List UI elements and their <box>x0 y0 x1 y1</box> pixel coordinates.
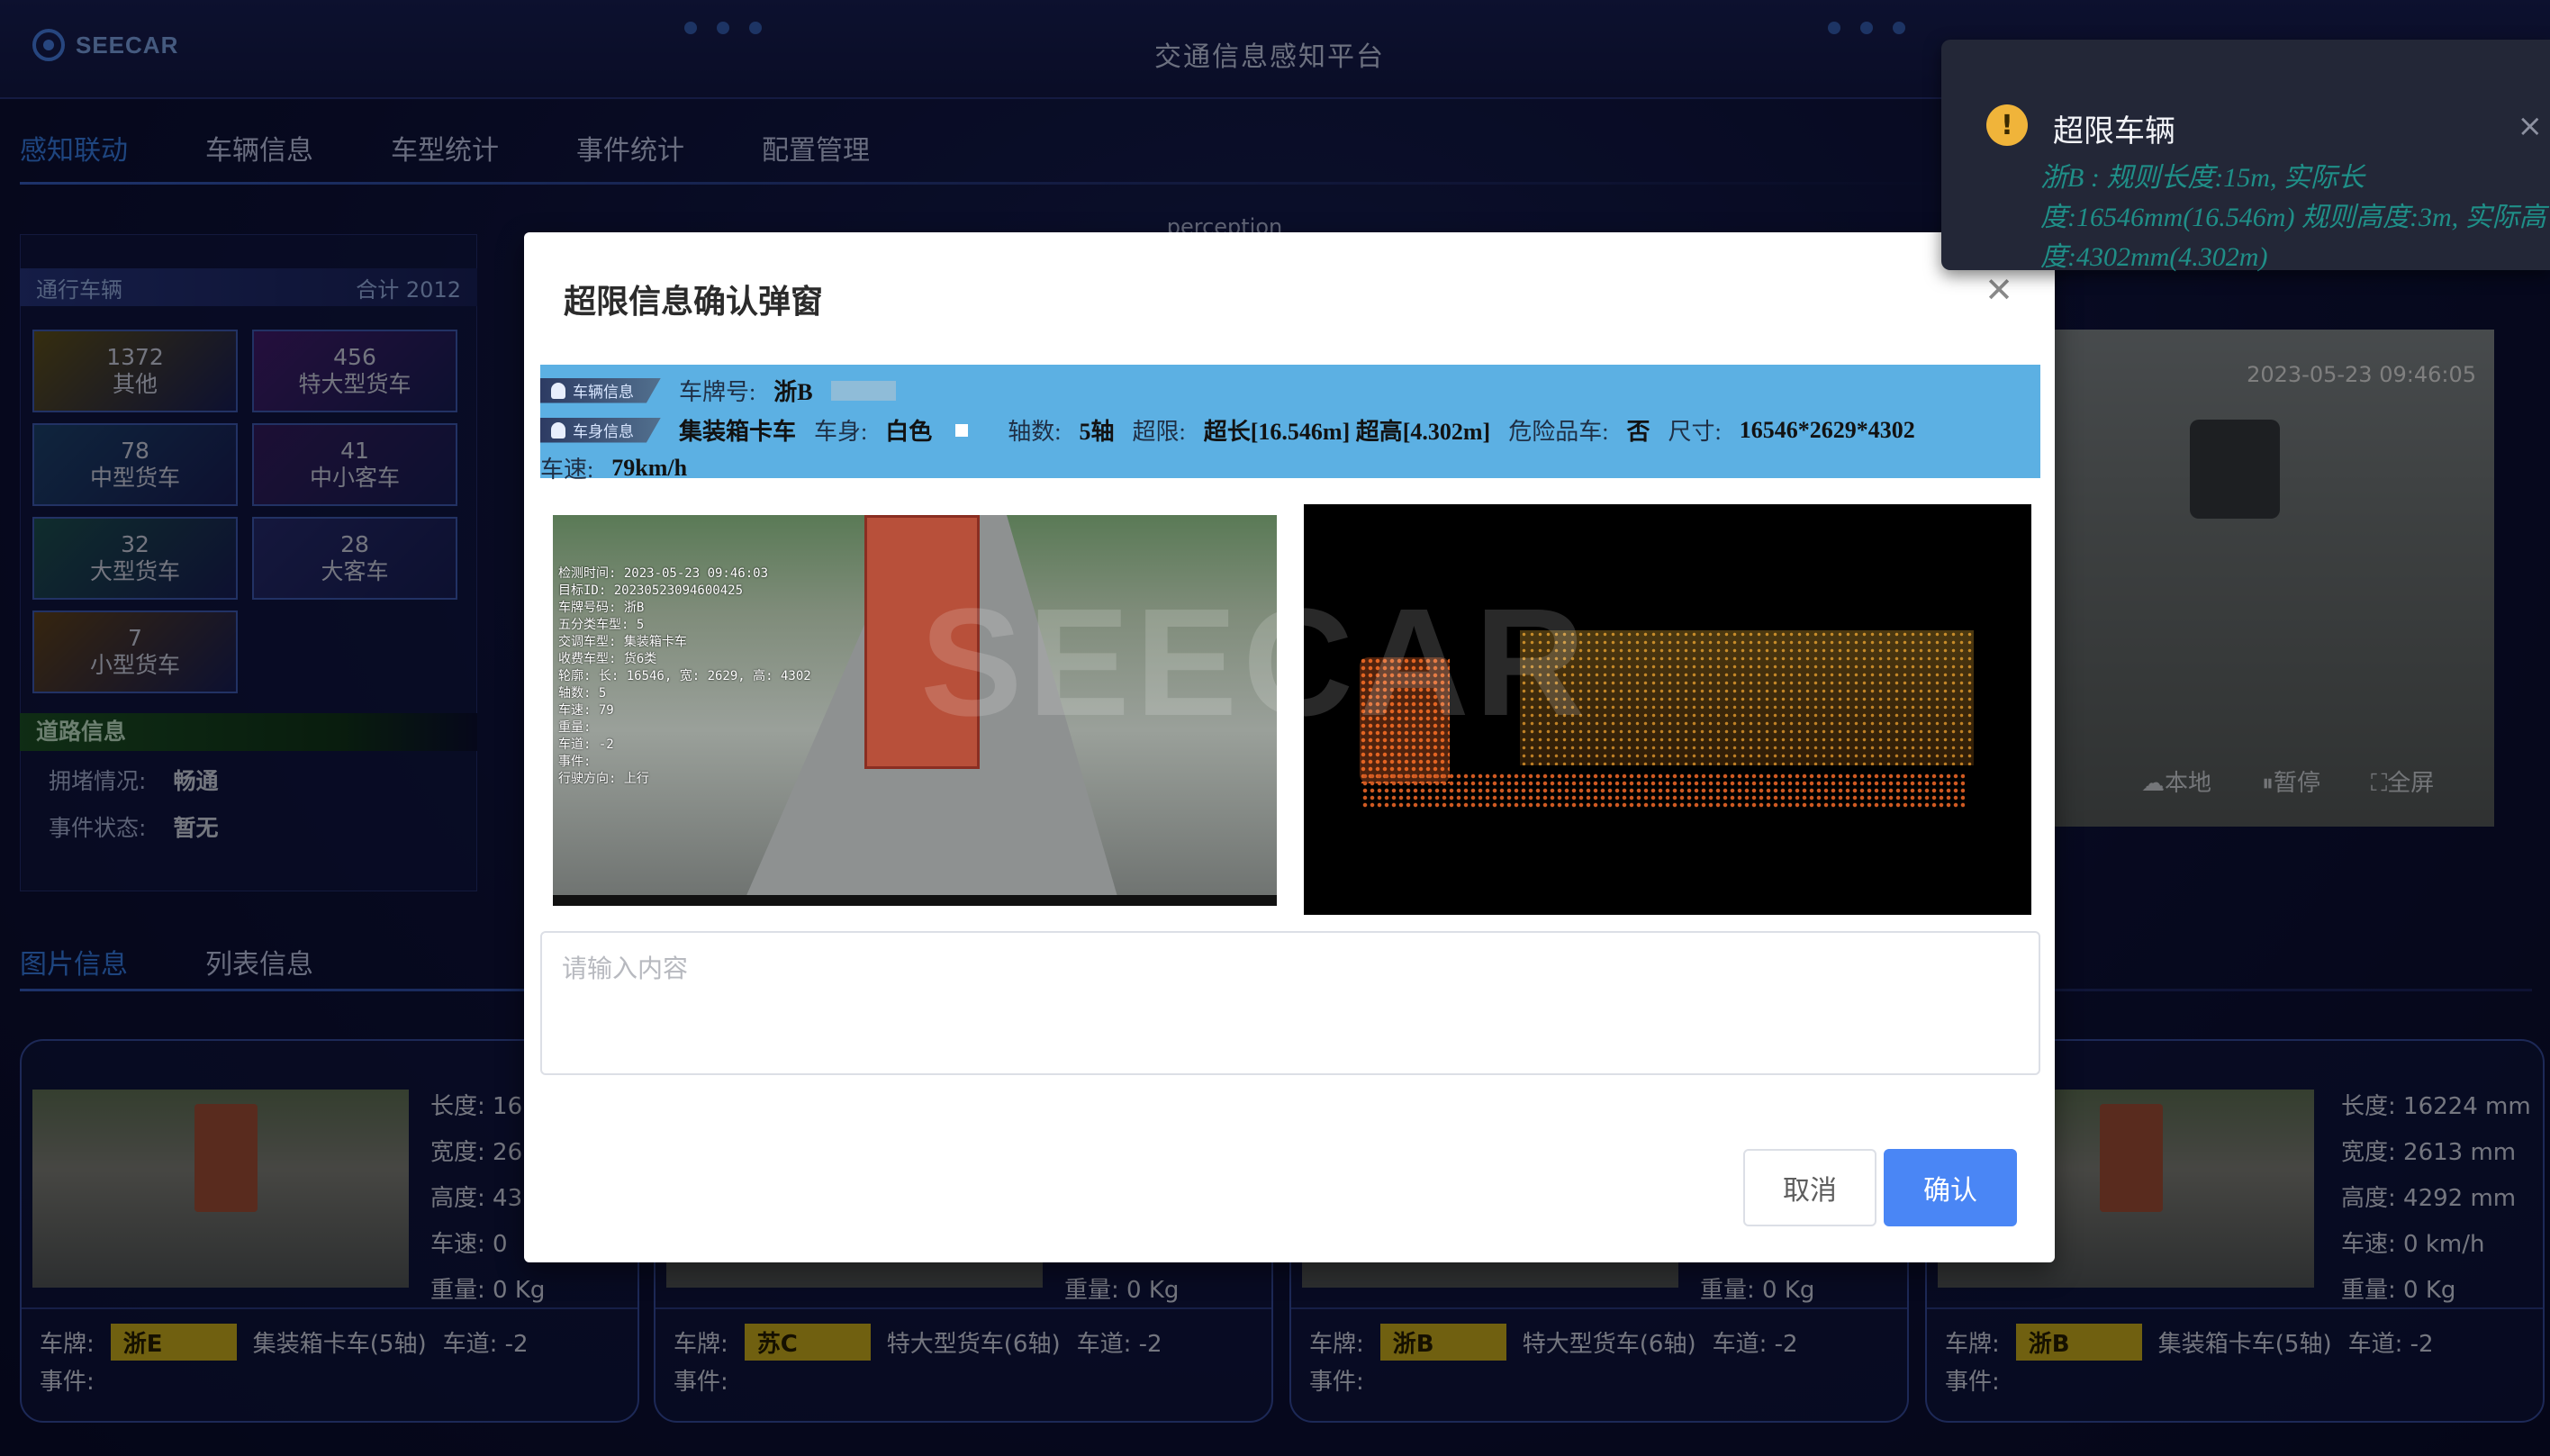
point-cloud-cab <box>1360 657 1450 783</box>
confirm-button[interactable]: 确认 <box>1884 1149 2017 1226</box>
over-limit-label: 超限: <box>1132 419 1186 445</box>
dimensions-value: 16546*2629*4302 <box>1739 416 1915 443</box>
info-row-body: 车身信息 集装箱卡车 车身: 白色 轴数: 5轴 超限: 超长[16.546m]… <box>540 413 1915 447</box>
speed-label: 车速: <box>540 457 594 483</box>
plate-number-value: 浙B <box>773 379 813 405</box>
over-limit-value: 超长[16.546m] 超高[4.302m] <box>1203 419 1491 445</box>
hazmat-value: 否 <box>1626 419 1650 445</box>
point-cloud-view[interactable] <box>1304 504 2031 915</box>
person-icon <box>551 421 565 439</box>
body-color-value: 白色 <box>885 419 933 445</box>
body-color-label: 车身: <box>814 419 868 445</box>
notification-title: 超限车辆 <box>2053 113 2175 149</box>
plate-mask <box>830 380 896 401</box>
remark-textarea[interactable] <box>540 931 2040 1075</box>
capture-photo[interactable]: 检测时间: 2023-05-23 09:46:03 目标ID: 20230523… <box>553 515 1277 906</box>
close-icon[interactable]: ✕ <box>1985 270 2013 310</box>
point-cloud-trailer <box>1520 630 1974 765</box>
close-icon[interactable]: × <box>2518 108 2544 144</box>
dimensions-label: 尺寸: <box>1668 419 1722 445</box>
vehicle-type-value: 集装箱卡车 <box>679 419 797 445</box>
vehicle-info-bar: 车辆信息 车牌号: 浙B 车身信息 集装箱卡车 车身: 白色 轴数: 5轴 超限… <box>540 365 2040 483</box>
notification-body: 浙B : 规则长度:15m, 实际长度:16546mm(16.546m) 规则高… <box>2040 163 2546 272</box>
hazmat-label: 危险品车: <box>1508 419 1609 445</box>
photo-overlay-text: 检测时间: 2023-05-23 09:46:03 目标ID: 20230523… <box>558 566 811 786</box>
over-limit-confirm-dialog: 超限信息确认弹窗 ✕ 车辆信息 车牌号: 浙B 车身信息 集装箱卡车 车身: 白… <box>524 232 2055 1262</box>
plate-number-label: 车牌号: <box>679 379 756 405</box>
person-icon <box>551 382 565 399</box>
info-row-vehicle: 车辆信息 车牌号: 浙B <box>540 374 896 407</box>
dialog-title: 超限信息确认弹窗 <box>564 284 824 321</box>
photo-footer-strip <box>553 895 1277 906</box>
truck-image <box>864 515 980 769</box>
color-swatch <box>955 423 969 437</box>
over-limit-notification: ! 超限车辆 × 浙B : 规则长度:15m, 实际长度:16546mm(16.… <box>1941 40 2550 272</box>
speed-value: 79km/h <box>611 454 688 481</box>
body-info-tag: 车身信息 <box>540 417 661 443</box>
info-row-speed: 车速: 79km/h <box>540 451 687 484</box>
cancel-button[interactable]: 取消 <box>1743 1149 1876 1226</box>
point-cloud-wheels <box>1361 773 1965 809</box>
axle-value: 5轴 <box>1079 419 1115 445</box>
axle-label: 轴数: <box>1008 419 1062 445</box>
vehicle-info-tag: 车辆信息 <box>540 377 661 403</box>
warning-icon: ! <box>1986 104 2028 146</box>
